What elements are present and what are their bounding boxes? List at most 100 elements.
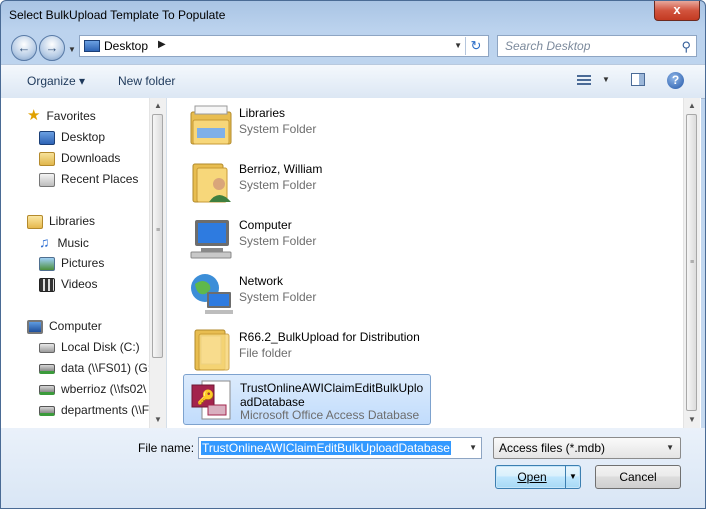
sidebar-item-favorites[interactable]: ★ Favorites (27, 106, 96, 126)
file-name-dropdown-icon[interactable]: ▼ (469, 443, 477, 452)
computer-icon (190, 220, 232, 259)
close-button[interactable]: x (654, 1, 700, 21)
file-name-line: adDatabase (240, 395, 305, 409)
sidebar-item-data-drive[interactable]: data (\\FS01) (G:) (39, 358, 155, 378)
list-item-selected[interactable]: 🔑 TrustOnlineAWIClaimEditBulkUplo adData… (183, 374, 431, 425)
pictures-icon (39, 256, 55, 271)
sidebar-item-label: Videos (61, 277, 98, 291)
sidebar-item-label: Local Disk (C:) (61, 340, 140, 354)
file-name-value[interactable]: TrustOnlineAWIClaimEditBulkUploadDatabas… (201, 441, 451, 455)
file-type-select[interactable]: Access files (*.mdb) ▼ (493, 437, 681, 459)
downloads-icon (39, 151, 55, 166)
videos-icon (39, 277, 55, 292)
list-item[interactable]: Network System Folder (183, 268, 431, 322)
search-icon[interactable]: ⚲ (681, 39, 691, 55)
file-type: System Folder (239, 234, 317, 248)
scrollbar-thumb[interactable]: ≡ (152, 114, 163, 358)
file-name-input[interactable]: TrustOnlineAWIClaimEditBulkUploadDatabas… (198, 437, 482, 459)
network-drive-icon (39, 384, 55, 395)
grip-icon: ≡ (690, 259, 695, 266)
forward-button[interactable]: → (39, 35, 65, 61)
list-item[interactable]: Berrioz, William System Folder (183, 156, 431, 210)
sidebar-item-label: Recent Places (61, 172, 139, 186)
star-icon: ★ (27, 107, 41, 124)
new-folder-button[interactable]: New folder (118, 74, 175, 88)
sidebar-item-downloads[interactable]: Downloads (39, 148, 120, 168)
view-options-dropdown-icon[interactable]: ▼ (602, 75, 610, 84)
access-database-icon: 🔑 (191, 380, 231, 420)
dialog-footer: File name: TrustOnlineAWIClaimEditBulkUp… (1, 428, 705, 508)
open-button[interactable]: Open ▼ (495, 465, 581, 489)
list-item[interactable]: Libraries System Folder (183, 100, 431, 154)
address-bar[interactable]: Desktop ▶ ▼ ↻ (79, 35, 489, 57)
search-input[interactable]: Search Desktop ⚲ (497, 35, 697, 57)
desktop-icon (84, 40, 100, 52)
navigation-row: ← → ▼ Desktop ▶ ▼ ↻ Search Desktop ⚲ (1, 31, 705, 63)
help-button[interactable]: ? (667, 72, 684, 89)
file-name: Network (239, 274, 284, 288)
back-button[interactable]: ← (11, 35, 37, 61)
sidebar-item-label: Favorites (46, 109, 96, 123)
scroll-up-icon[interactable]: ▲ (684, 98, 700, 114)
sidebar-item-label: Computer (49, 319, 102, 333)
svg-text:🔑: 🔑 (197, 388, 215, 406)
sidebar-item-label: wberrioz (\\fs02\ (61, 382, 147, 396)
chevron-down-icon[interactable]: ▼ (666, 443, 674, 452)
scrollbar-thumb[interactable]: ≡ (686, 114, 697, 411)
sidebar-item-departments-drive[interactable]: departments (\\F (39, 400, 149, 420)
libraries-folder-icon (190, 105, 232, 145)
music-icon: ♫ (39, 234, 50, 250)
sidebar-item-pictures[interactable]: Pictures (39, 253, 104, 273)
sidebar-item-label: Libraries (49, 214, 96, 228)
file-list-scrollbar[interactable]: ▲ ≡ ▼ (683, 98, 700, 428)
file-type: Microsoft Office Access Database (240, 408, 420, 422)
sidebar-item-libraries[interactable]: Libraries (27, 211, 95, 231)
sidebar-item-wberrioz-drive[interactable]: wberrioz (\\fs02\ (39, 379, 146, 399)
window-title: Select BulkUpload Template To Populate (9, 8, 226, 22)
title-bar: Select BulkUpload Template To Populate x (1, 1, 705, 31)
recent-locations-dropdown-icon[interactable]: ▼ (68, 45, 76, 54)
file-list: Libraries System Folder Berrioz, William… (167, 98, 701, 428)
network-drive-icon (39, 405, 55, 416)
refresh-button[interactable]: ↻ (465, 37, 486, 55)
sidebar-item-label: Downloads (61, 151, 121, 165)
open-button-label: Open (517, 470, 547, 484)
organize-button[interactable]: Organize ▾ (27, 74, 85, 88)
scroll-down-icon[interactable]: ▼ (150, 412, 166, 428)
grip-icon: ≡ (156, 227, 161, 234)
sidebar-item-music[interactable]: ♫ Music (39, 232, 89, 252)
cancel-button[interactable]: Cancel (595, 465, 681, 489)
local-disk-icon (39, 342, 55, 353)
file-dialog: Select BulkUpload Template To Populate x… (0, 0, 706, 509)
address-dropdown-icon[interactable]: ▼ (454, 41, 462, 50)
scroll-up-icon[interactable]: ▲ (150, 98, 166, 114)
file-name: TrustOnlineAWIClaimEditBulkUplo adDataba… (240, 381, 430, 409)
folder-icon (194, 329, 230, 371)
sidebar-item-desktop[interactable]: Desktop (39, 127, 105, 147)
preview-pane-icon[interactable] (631, 73, 645, 86)
breadcrumb-chevron-icon[interactable]: ▶ (158, 39, 166, 50)
list-item[interactable]: R66.2_BulkUpload for Distribution File f… (183, 324, 431, 378)
navigation-pane: ★ Favorites Desktop Downloads Recent Plac… (1, 98, 167, 428)
file-type: System Folder (239, 290, 317, 304)
list-item[interactable]: Computer System Folder (183, 212, 431, 266)
scroll-down-icon[interactable]: ▼ (684, 412, 700, 428)
search-placeholder: Search Desktop (505, 39, 591, 53)
open-options-dropdown-icon[interactable]: ▼ (565, 466, 580, 488)
libraries-icon (27, 214, 43, 229)
address-location[interactable]: Desktop (104, 39, 148, 53)
navigation-pane-scrollbar[interactable]: ▲ ≡ ▼ (149, 98, 166, 428)
change-view-icon[interactable] (577, 73, 593, 87)
file-name-line: TrustOnlineAWIClaimEditBulkUplo (240, 381, 424, 395)
sidebar-item-computer[interactable]: Computer (27, 316, 102, 336)
sidebar-item-recent-places[interactable]: Recent Places (39, 169, 138, 189)
computer-icon (27, 319, 43, 334)
file-type: System Folder (239, 122, 317, 136)
network-drive-icon (39, 363, 55, 374)
sidebar-item-local-disk[interactable]: Local Disk (C:) (39, 337, 140, 357)
network-icon (191, 274, 233, 314)
file-name: Computer (239, 218, 292, 232)
file-name-label: File name: (138, 441, 195, 455)
sidebar-item-videos[interactable]: Videos (39, 274, 97, 294)
command-bar: Organize ▾ New folder ▼ ? (1, 64, 705, 99)
